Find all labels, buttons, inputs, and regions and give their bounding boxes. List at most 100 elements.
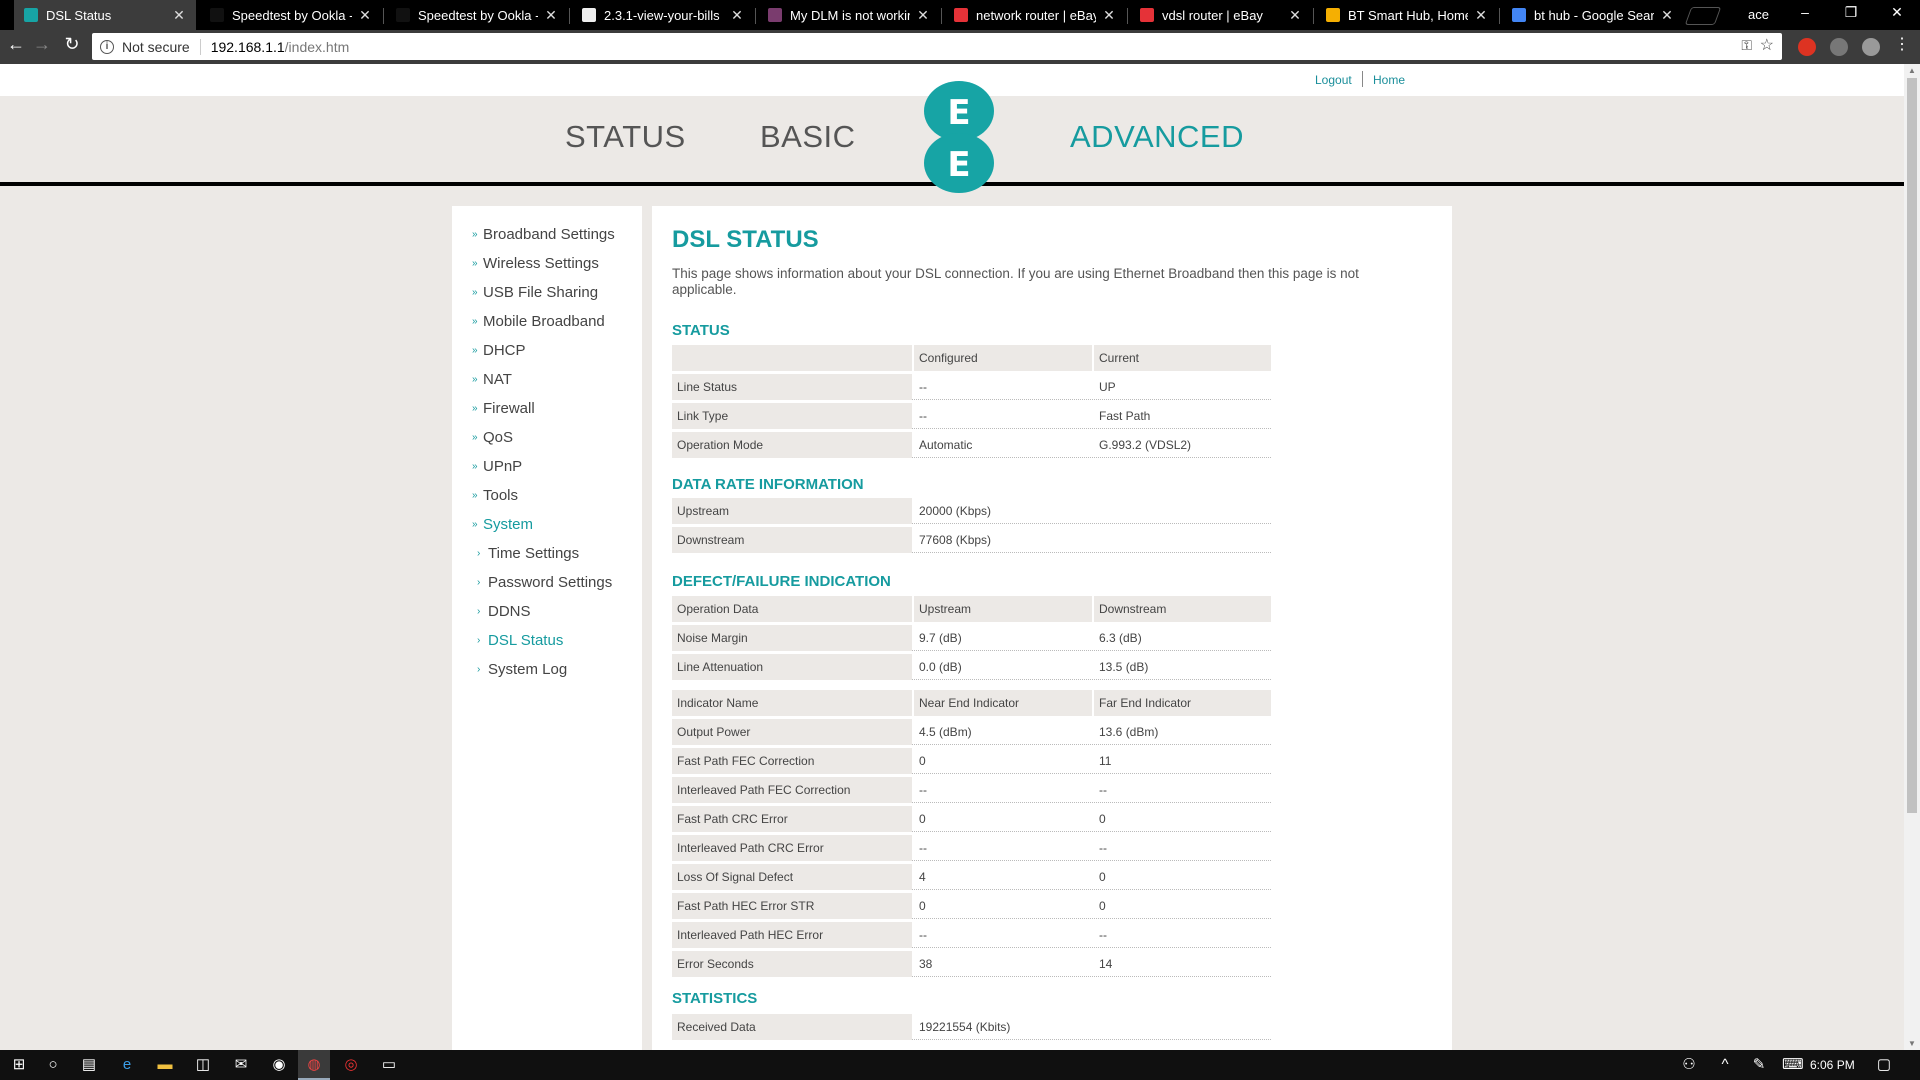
tab-close-icon[interactable]: ✕ <box>1288 7 1302 24</box>
chevron-down-icon: » <box>472 374 478 385</box>
tab-separator <box>941 8 942 24</box>
store-icon[interactable]: ◫ <box>194 1056 212 1074</box>
nav-status[interactable]: STATUS <box>565 119 686 155</box>
tab-close-icon[interactable]: ✕ <box>358 7 372 24</box>
sidebar-item-dhcp[interactable]: » DHCP <box>472 342 526 359</box>
sidebar-item-tools[interactable]: » Tools <box>472 487 518 504</box>
page-scrollbar[interactable]: ▲ ▼ <box>1904 64 1920 1050</box>
command-prompt-icon[interactable]: ▭ <box>380 1056 398 1074</box>
nav-advanced[interactable]: ADVANCED <box>1070 119 1244 155</box>
table-cell: 6.3 (dB) <box>1099 631 1142 645</box>
extension-icon[interactable] <box>1862 38 1880 56</box>
sidebar-item-upnp[interactable]: » UPnP <box>472 458 522 475</box>
table-cell: 20000 (Kbps) <box>919 504 992 518</box>
tab-favicon-icon <box>1512 8 1526 22</box>
sidebar-item-usb-file-sharing[interactable]: » USB File Sharing <box>472 284 598 301</box>
scroll-up-icon[interactable]: ▲ <box>1908 66 1916 75</box>
extension-adblock-icon[interactable] <box>1798 38 1816 56</box>
table-row: Noise Margin 9.7 (dB) 6.3 (dB) <box>672 625 1271 654</box>
sidebar-item-wireless-settings[interactable]: » Wireless Settings <box>472 255 599 272</box>
new-tab-button[interactable] <box>1684 7 1722 25</box>
mail-icon[interactable]: ✉ <box>232 1056 250 1074</box>
browser-tab[interactable]: vdsl router | eBay ✕ <box>1130 0 1312 30</box>
extension-icon[interactable] <box>1830 38 1848 56</box>
restore-icon[interactable]: ❐ <box>1836 4 1866 21</box>
logout-link[interactable]: Logout <box>1315 73 1352 87</box>
minimize-icon[interactable]: – <box>1790 4 1820 20</box>
reload-icon[interactable]: ↻ <box>60 34 84 55</box>
sidebar-item-nat[interactable]: » NAT <box>472 371 512 388</box>
menu-kebab-icon[interactable]: ⋮ <box>1890 34 1914 54</box>
sidebar-item-qos[interactable]: » QoS <box>472 429 513 446</box>
chevron-down-icon: » <box>472 461 478 472</box>
browser-tab[interactable]: network router | eBay ✕ <box>944 0 1126 30</box>
clock[interactable]: 6:06 PM <box>1810 1058 1855 1072</box>
close-window-icon[interactable]: ✕ <box>1882 4 1912 21</box>
tab-close-icon[interactable]: ✕ <box>916 7 930 24</box>
browser-tab[interactable]: DSL Status ✕ <box>14 0 196 30</box>
ee-logo[interactable]: E E <box>924 81 994 201</box>
sidebar-item-ddns[interactable]: › DDNS <box>477 603 531 620</box>
table-header-cell: Downstream <box>1094 596 1271 622</box>
row-divider <box>912 860 1271 861</box>
info-icon[interactable]: i <box>100 39 114 54</box>
sidebar-item-system[interactable]: » System <box>472 516 533 533</box>
scrollbar-thumb[interactable] <box>1907 78 1917 813</box>
sidebar-item-time-settings[interactable]: › Time Settings <box>477 545 579 562</box>
file-explorer-icon[interactable]: ▬ <box>156 1056 174 1074</box>
action-center-icon[interactable]: ▢ <box>1875 1056 1893 1074</box>
browser-tab[interactable]: BT Smart Hub, Home H ✕ <box>1316 0 1498 30</box>
profile-name[interactable]: ace <box>1748 7 1769 22</box>
browser-tab[interactable]: Speedtest by Ookla - Th ✕ <box>386 0 568 30</box>
nav-basic[interactable]: BASIC <box>760 119 856 155</box>
browser-tab[interactable]: 2.3.1-view-your-bills ✕ <box>572 0 754 30</box>
app-icon[interactable]: ◎ <box>342 1056 360 1074</box>
tab-close-icon[interactable]: ✕ <box>1474 7 1488 24</box>
address-bar[interactable]: i Not secure 192.168.1.1/index.htm ⚿ ☆ <box>92 33 1782 60</box>
browser-tab[interactable]: Speedtest by Ookla - Th ✕ <box>200 0 382 30</box>
row-divider <box>912 679 1271 680</box>
chevron-right-icon: › <box>477 577 481 588</box>
sidebar-item-dsl-status[interactable]: › DSL Status <box>477 632 563 649</box>
table-cell: 0 <box>919 899 926 913</box>
scroll-down-icon[interactable]: ▼ <box>1908 1039 1916 1048</box>
table-cell: Link Type <box>672 403 912 429</box>
pen-icon[interactable]: ✎ <box>1750 1056 1768 1074</box>
sidebar-item-broadband-settings[interactable]: » Broadband Settings <box>472 226 615 243</box>
tab-close-icon[interactable]: ✕ <box>730 7 744 24</box>
steam-icon[interactable]: ◉ <box>270 1056 288 1074</box>
people-icon[interactable]: ⚇ <box>1680 1056 1698 1074</box>
chrome-icon[interactable]: ◍ <box>305 1056 323 1074</box>
forward-icon[interactable]: → <box>30 34 54 55</box>
table-cell: 4.5 (dBm) <box>919 725 972 739</box>
tab-close-icon[interactable]: ✕ <box>1102 7 1116 24</box>
sidebar-item-system-log[interactable]: › System Log <box>477 661 567 678</box>
key-icon[interactable]: ⚿ <box>1741 37 1752 54</box>
back-icon[interactable]: ← <box>4 34 28 55</box>
cortana-icon[interactable]: ○ <box>44 1056 62 1074</box>
sidebar-item-mobile-broadband[interactable]: » Mobile Broadband <box>472 313 605 330</box>
table-header-row: Indicator Name Near End Indicator Far End … <box>672 690 1271 719</box>
tray-chevron-icon[interactable]: ^ <box>1716 1056 1734 1074</box>
browser-tab[interactable]: My DLM is not working ✕ <box>758 0 940 30</box>
table-cell: Fast Path CRC Error <box>672 806 912 832</box>
tab-close-icon[interactable]: ✕ <box>1660 7 1674 24</box>
home-link[interactable]: Home <box>1373 73 1405 87</box>
star-icon[interactable]: ☆ <box>1760 35 1774 55</box>
table-row: Operation Mode Automatic G.993.2 (VDSL2) <box>672 432 1271 461</box>
top-link-divider <box>1362 71 1363 87</box>
tab-close-icon[interactable]: ✕ <box>544 7 558 24</box>
windows-start-icon[interactable]: ⊞ <box>10 1056 28 1074</box>
sidebar-item-firewall[interactable]: » Firewall <box>472 400 535 417</box>
table-cell: 13.5 (dB) <box>1099 660 1149 674</box>
tab-separator <box>1499 8 1500 24</box>
sidebar-item-password-settings[interactable]: › Password Settings <box>477 574 612 591</box>
table-cell: Downstream <box>672 527 912 553</box>
task-view-icon[interactable]: ▤ <box>80 1056 98 1074</box>
keyboard-icon[interactable]: ⌨ <box>1782 1056 1804 1074</box>
main-content: DSL STATUS This page shows information a… <box>652 206 1452 1050</box>
edge-icon[interactable]: e <box>118 1056 136 1074</box>
tab-close-icon[interactable]: ✕ <box>172 7 186 24</box>
table-header-cell <box>672 345 912 371</box>
browser-tab[interactable]: bt hub - Google Search ✕ <box>1502 0 1684 30</box>
